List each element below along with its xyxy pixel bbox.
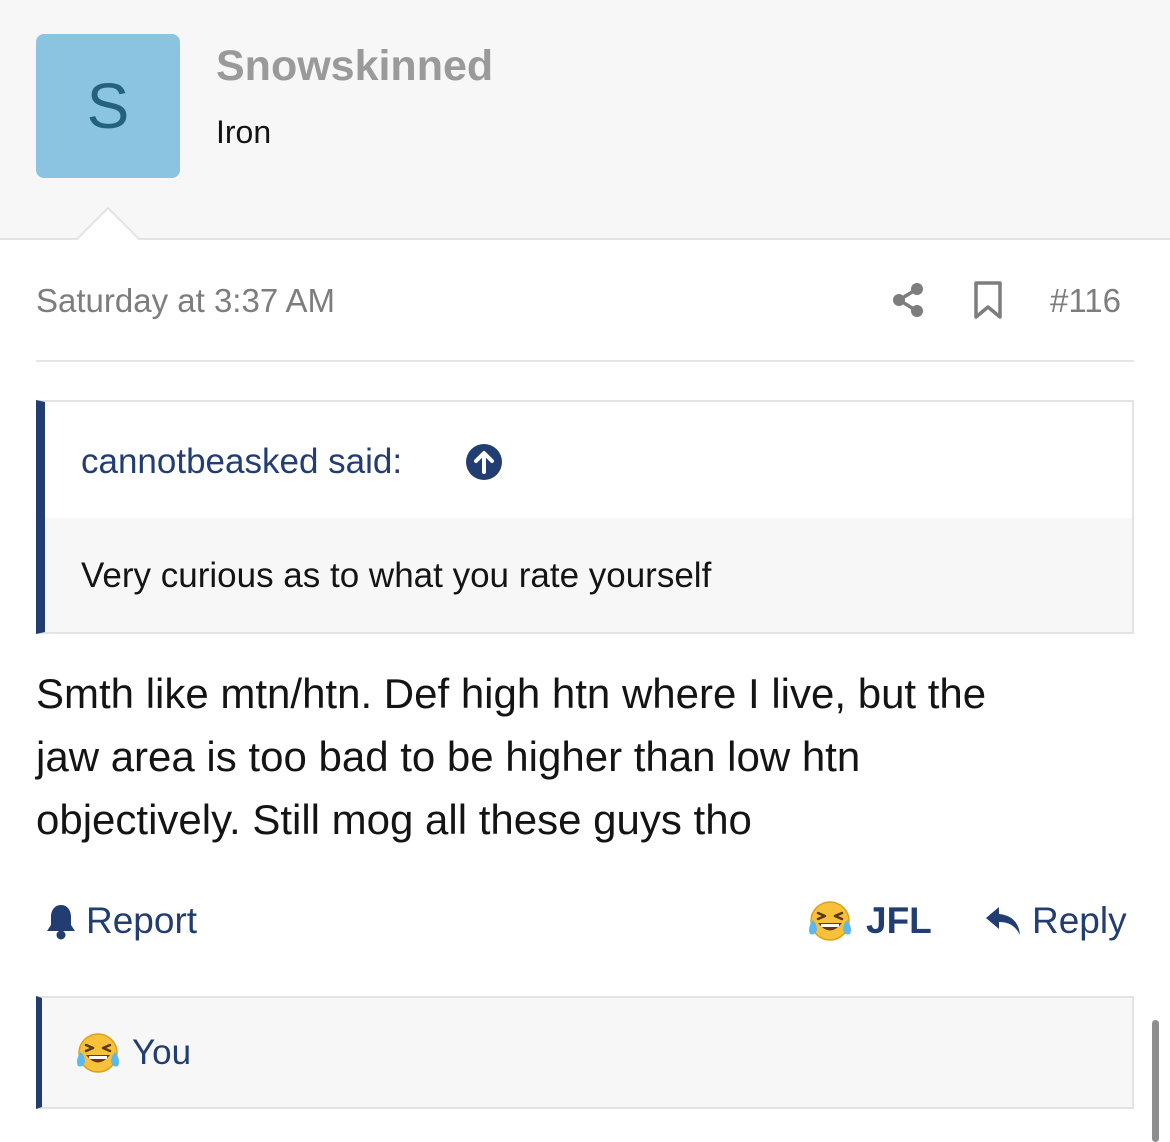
reactions-summary-link[interactable]: You [74,1030,191,1076]
meta-divider [36,360,1134,362]
reactions-summary-label: You [132,1033,192,1072]
share-icon[interactable] [889,281,927,319]
message-line: objectively. Still mog all these guys th… [36,796,752,843]
laughing-tears-emoji-icon [77,1033,119,1073]
reply-button[interactable]: Reply [984,900,1127,942]
message-user-header: S Snowskinned Iron [0,0,1170,242]
scrollbar-thumb[interactable] [1152,1020,1159,1142]
quote-text: Very curious as to what you rate yoursel… [81,556,712,595]
reactions-bar: You [36,996,1134,1109]
bookmark-icon[interactable] [972,280,1004,320]
report-label: Report [86,900,198,941]
user-title: Iron [216,114,272,150]
message-line: jaw area is too bad to be higher than lo… [36,733,861,780]
reply-label: Reply [1032,900,1127,941]
avatar[interactable]: S [36,34,180,178]
header-pointer-arrow [74,206,142,242]
reaction-label: JFL [866,900,932,941]
report-button[interactable]: Report [44,900,197,942]
avatar-letter: S [86,70,130,142]
quote-block: cannotbeasked said: Very curious as to w… [36,400,1134,634]
username[interactable]: Snowskinned [216,42,493,91]
reaction-button[interactable]: JFL [806,898,932,944]
post-number[interactable]: #116 [1050,282,1121,320]
message-body: Smth like mtn/htn. Def high htn where I … [36,662,1134,851]
message-line: Smth like mtn/htn. Def high htn where I … [36,670,987,717]
bell-icon [47,905,75,940]
reply-arrow-icon [986,907,1020,935]
post-date[interactable]: Saturday at 3:37 AM [36,282,335,320]
quote-header: cannotbeasked said: [45,402,1132,518]
quote-author-link[interactable]: cannotbeasked said: [81,442,402,482]
laughing-tears-emoji-icon [809,901,851,941]
quote-body: Very curious as to what you rate yoursel… [45,518,1132,632]
arrow-up-circle-icon[interactable] [465,443,503,481]
